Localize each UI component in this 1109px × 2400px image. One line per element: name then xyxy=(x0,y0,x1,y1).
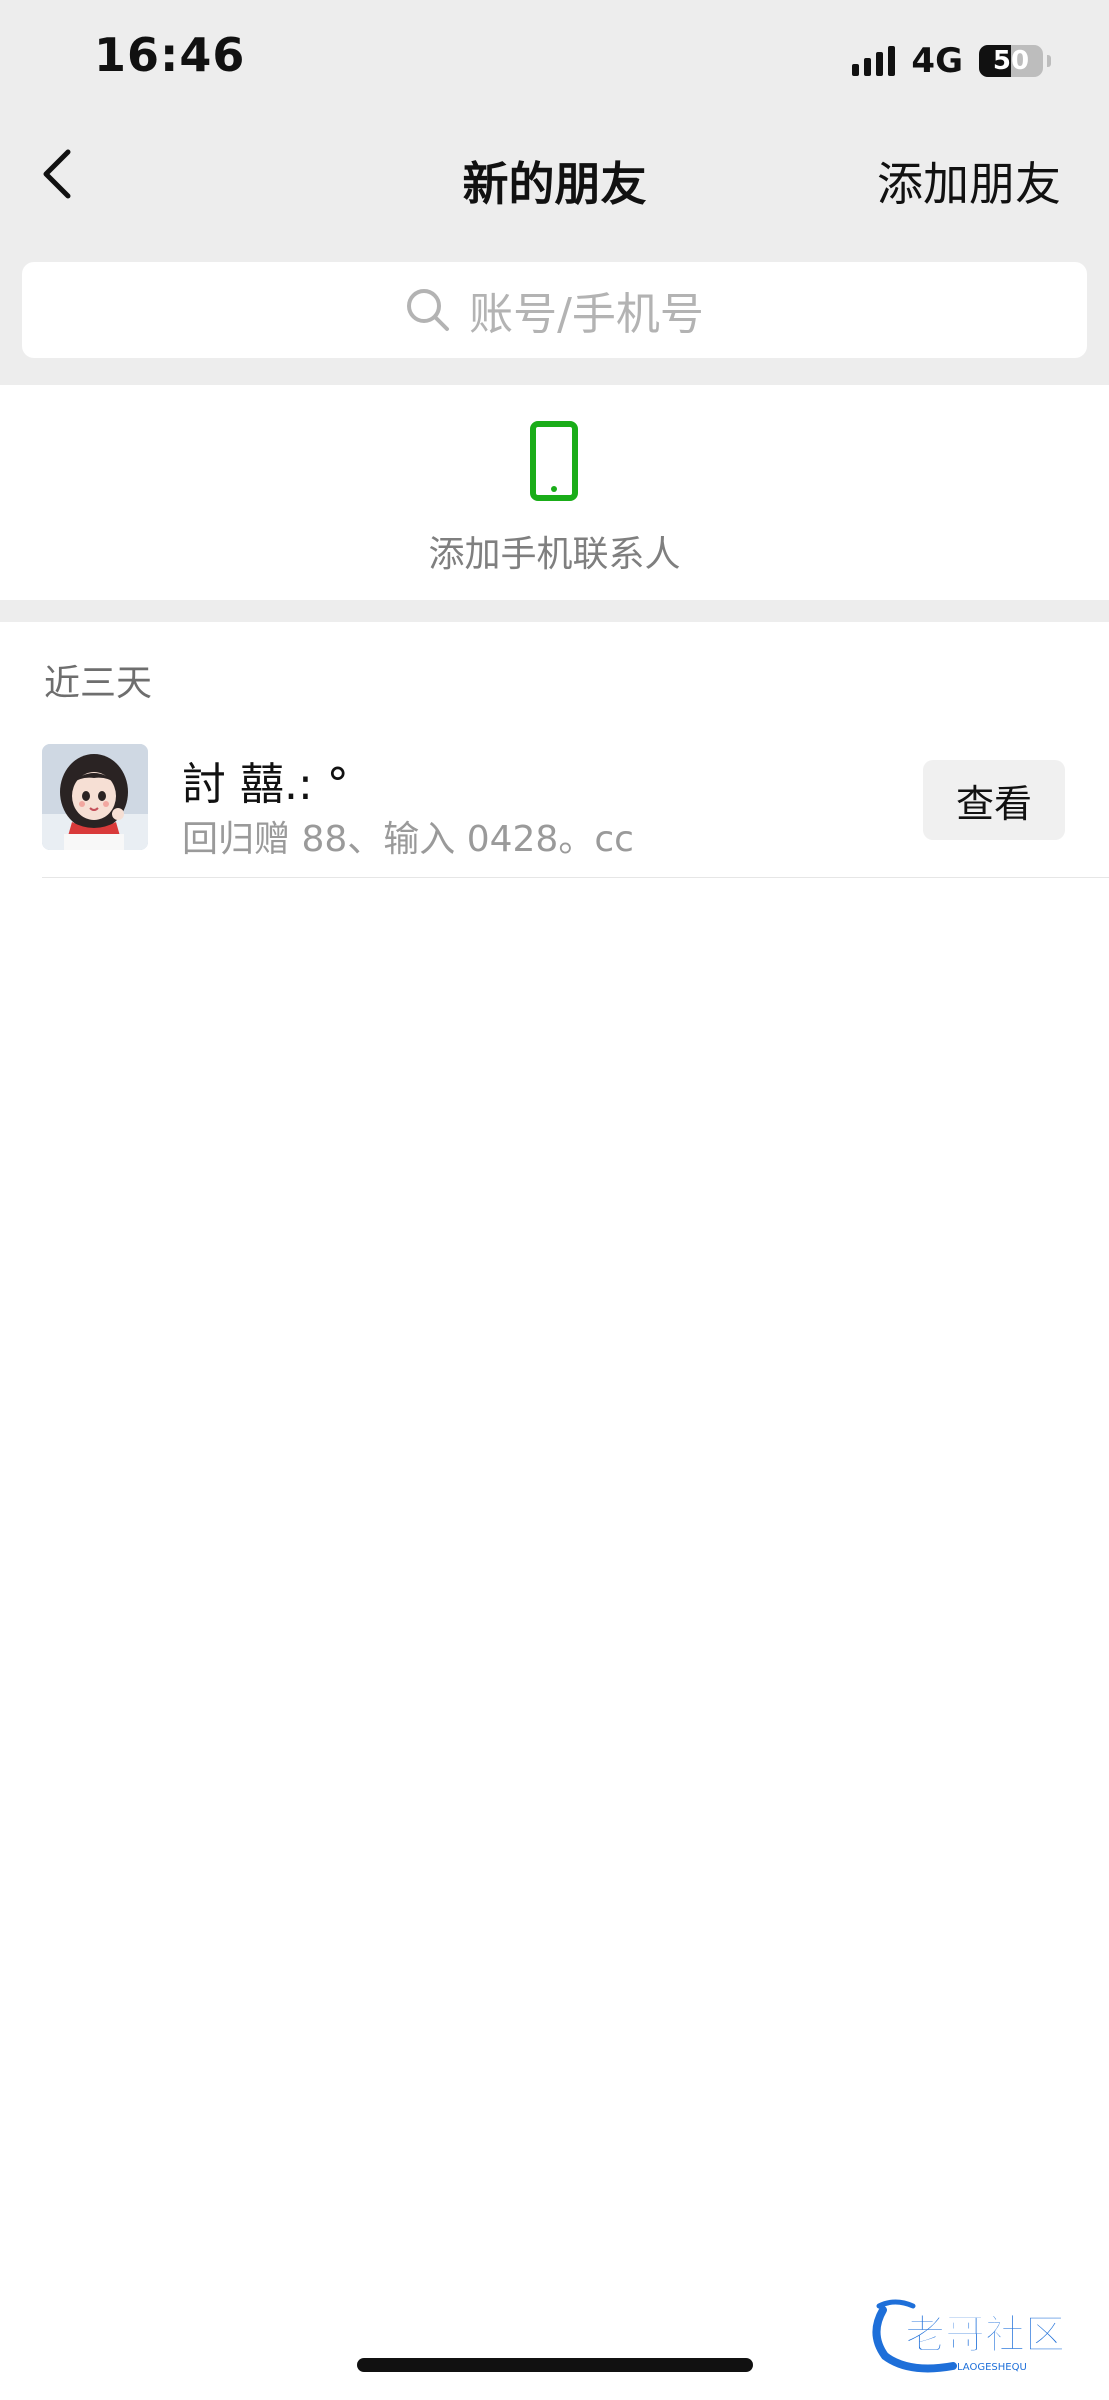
chevron-left-icon xyxy=(43,149,71,199)
search-placeholder: 账号/手机号 xyxy=(469,289,704,340)
avatar xyxy=(42,744,148,850)
status-indicators: 4G 50 xyxy=(852,41,1051,81)
search-icon xyxy=(407,289,450,331)
phone-icon xyxy=(530,421,578,501)
back-button[interactable] xyxy=(36,142,80,206)
search-input[interactable]: 账号/手机号 xyxy=(22,262,1087,358)
battery-icon: 50 xyxy=(979,45,1043,77)
home-indicator[interactable] xyxy=(357,2358,753,2372)
add-contacts-label: 添加手机联系人 xyxy=(428,534,681,575)
signal-icon xyxy=(852,46,896,76)
add-phone-contacts[interactable]: 添加手机联系人 xyxy=(0,385,1109,600)
battery-level: 50 xyxy=(992,46,1030,76)
status-time: 16:46 xyxy=(94,28,246,82)
watermark-logo: 老哥社区 LAOGESHEQU xyxy=(872,2299,1066,2373)
battery-tip xyxy=(1047,55,1051,67)
section-title-recent: 近三天 xyxy=(44,663,153,704)
requester-name: 討 囍.: ° xyxy=(182,759,349,810)
add-friend-button[interactable]: 添加朋友 xyxy=(877,148,1061,214)
section-divider xyxy=(0,600,1109,622)
row-divider xyxy=(42,877,1109,878)
network-type: 4G xyxy=(911,41,963,81)
svg-text:LAOGESHEQU: LAOGESHEQU xyxy=(957,2362,1027,2373)
friend-request-row[interactable]: 討 囍.: ° 回归赠 88、输入 0428。cc 查看 xyxy=(0,730,1109,878)
svg-text:老哥社区: 老哥社区 xyxy=(905,2312,1065,2358)
view-button[interactable]: 查看 xyxy=(923,760,1065,840)
request-message: 回归赠 88、输入 0428。cc xyxy=(182,819,634,860)
